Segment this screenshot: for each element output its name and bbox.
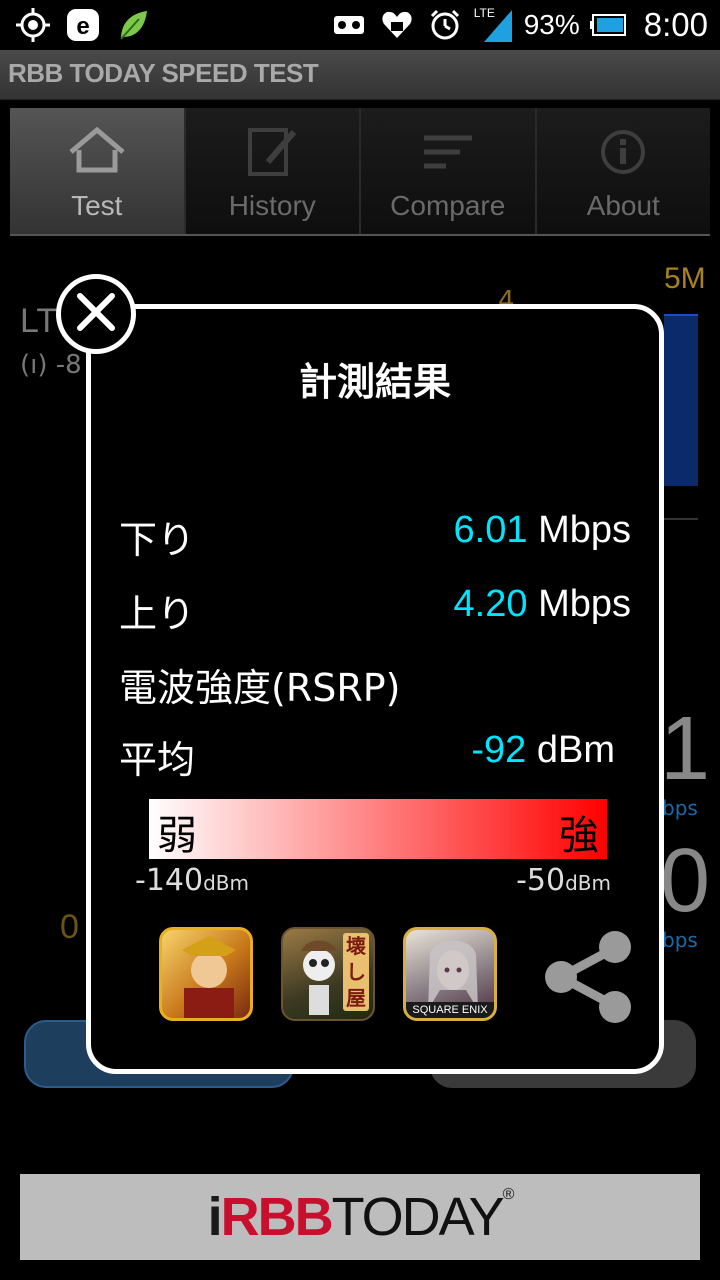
average-dbm: -92	[471, 729, 527, 771]
download-unit: bps	[662, 796, 698, 820]
logo-rbb: RBB	[220, 1187, 334, 1247]
upload-unit-label: Mbps	[538, 583, 631, 625]
leaf-icon	[114, 6, 152, 44]
average-unit-label: dBm	[536, 729, 615, 771]
alarm-icon	[426, 6, 464, 44]
samurai-app-icon[interactable]	[159, 927, 253, 1021]
square-enix-app-icon[interactable]: SQUARE ENIX	[403, 927, 497, 1021]
close-button[interactable]	[56, 274, 136, 354]
home-icon	[67, 122, 127, 182]
tab-compare[interactable]: Compare	[361, 108, 537, 234]
signal-strength-label: 電波強度(RSRP)	[119, 666, 401, 710]
battery-icon	[589, 6, 630, 44]
rbb-today-logo: iRBBTODAY®	[207, 1186, 515, 1248]
lines-icon	[418, 122, 478, 182]
e-app-icon: e	[64, 6, 102, 44]
download-row: 下り 6.01 Mbps	[119, 509, 631, 562]
network-type-text: LT	[20, 302, 58, 340]
upload-value: 4.20 Mbps	[454, 583, 631, 626]
tab-about[interactable]: About	[536, 108, 710, 234]
gauge-weak-label: 弱	[157, 813, 197, 859]
network-type-label: LTE	[473, 6, 495, 20]
share-icon[interactable]	[535, 925, 639, 1029]
gauge-zero-label: 0	[60, 908, 79, 946]
app-title-bar: RBB TODAY SPEED TEST	[0, 50, 720, 100]
lte-signal-icon: LTE	[474, 6, 514, 44]
voicemail-icon	[330, 6, 368, 44]
upload-label: 上り	[119, 592, 196, 636]
gauge-strong-label: 強	[559, 813, 599, 859]
app2-title: 壊し屋	[343, 933, 369, 1011]
close-icon	[74, 290, 118, 338]
gauge-max-label: -50dBm	[516, 863, 611, 898]
tab-about-label: About	[586, 190, 660, 221]
tab-history[interactable]: History	[185, 108, 361, 234]
average-label: 平均	[119, 738, 196, 782]
average-value: -92 dBm	[471, 729, 615, 772]
gauge-max-value: -50	[516, 863, 566, 898]
download-speed: 6.01	[453, 509, 528, 551]
average-row: 平均 -92 dBm	[119, 729, 631, 782]
gauge-divider	[664, 518, 698, 520]
signal-strength-row: 電波強度(RSRP)	[119, 657, 631, 710]
download-unit-label: Mbps	[538, 509, 631, 551]
gauge-max-unit: dBm	[565, 871, 611, 895]
svg-text:e: e	[76, 13, 89, 40]
status-bar: e LTE 93% 8:00	[0, 0, 720, 50]
logo-today: TODAY	[331, 1187, 505, 1247]
rbb-today-banner[interactable]: iRBBTODAY®	[20, 1174, 700, 1260]
dialog-title: 計測結果	[298, 360, 451, 404]
clock: 8:00	[643, 6, 708, 43]
tab-history-label: History	[228, 190, 316, 221]
download-label: 下り	[119, 518, 196, 562]
tab-bar: Test History Compare About	[10, 108, 710, 236]
square-enix-badge: SQUARE ENIX	[406, 1002, 494, 1018]
tab-test-label: Test	[71, 190, 123, 221]
gauge-scale-max: 5M	[664, 262, 706, 295]
heart-app-icon	[378, 6, 416, 44]
logo-registered: ®	[502, 1186, 515, 1203]
tab-compare-label: Compare	[390, 190, 506, 221]
gauge-min-value: -140	[135, 863, 204, 898]
logo-i: i	[207, 1187, 223, 1247]
info-icon	[593, 122, 653, 182]
skeleton-app-icon[interactable]: 壊し屋	[281, 927, 375, 1021]
gauge-min-unit: dBm	[203, 871, 249, 895]
battery-percent: 93%	[523, 9, 580, 40]
upload-speed-digit: 0	[660, 831, 711, 931]
tab-test[interactable]: Test	[10, 108, 186, 234]
download-speed-digit: 1	[660, 699, 711, 799]
edit-icon	[242, 122, 302, 182]
upload-unit: bps	[662, 928, 698, 952]
upload-row: 上り 4.20 Mbps	[119, 583, 631, 636]
signal-readout: (ı) -8	[20, 350, 82, 380]
speed-bar	[664, 314, 698, 486]
gauge-min-label: -140dBm	[135, 863, 249, 898]
app-title: RBB TODAY SPEED TEST	[8, 58, 319, 88]
signal-readout-value: -8	[55, 350, 82, 380]
download-value: 6.01 Mbps	[454, 509, 631, 552]
gps-icon	[14, 6, 52, 44]
signal-strength-gauge: 弱 強	[149, 799, 607, 859]
result-dialog: 計測結果 下り 6.01 Mbps 上り 4.20 Mbps 電波強度(RSRP…	[86, 304, 664, 1074]
upload-speed: 4.20	[453, 583, 528, 625]
